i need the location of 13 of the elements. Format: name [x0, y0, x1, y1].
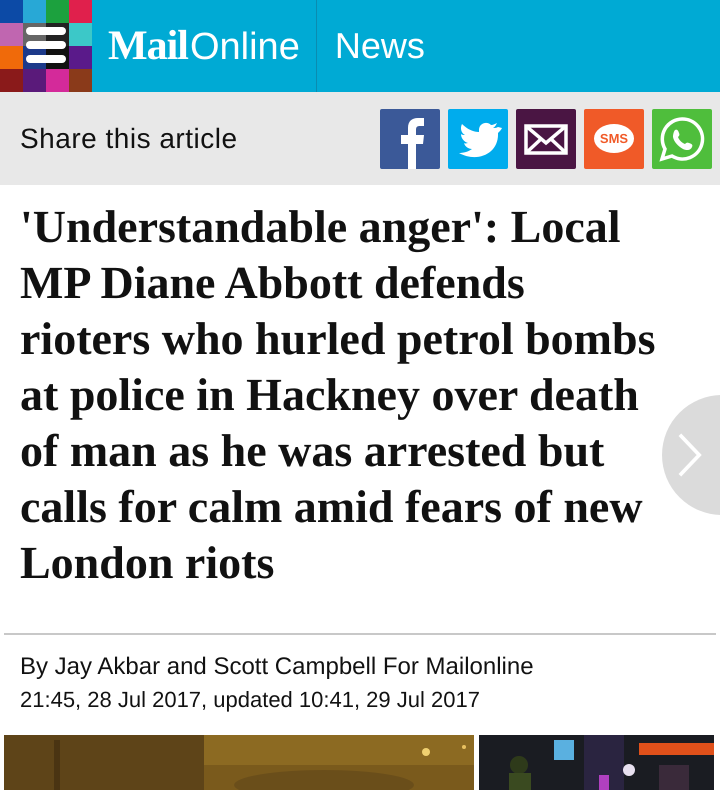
email-button[interactable]	[516, 108, 576, 168]
section-title[interactable]: News	[334, 25, 425, 67]
logo[interactable]: MailOnline	[108, 22, 300, 70]
sms-button[interactable]: SMS	[584, 108, 644, 168]
menu-icon[interactable]	[0, 0, 92, 92]
facebook-button[interactable]	[380, 108, 440, 168]
share-label: Share this article	[20, 122, 238, 154]
chevron-right-icon	[676, 432, 704, 478]
twitter-button[interactable]	[448, 108, 508, 168]
facebook-icon	[400, 118, 424, 168]
byline: By Jay Akbar and Scott Campbell For Mailonline	[20, 653, 535, 681]
dateline: 21:45, 28 Jul 2017, updated 10:41, 29 Jul 2017	[20, 687, 481, 713]
headline: 'Understandable anger': Local MP Diane Abbott defends rioters who hurled petrol bombs at police in Hackney over death of man as he was arrested but calls for calm amid fears of new London riots	[20, 200, 656, 590]
